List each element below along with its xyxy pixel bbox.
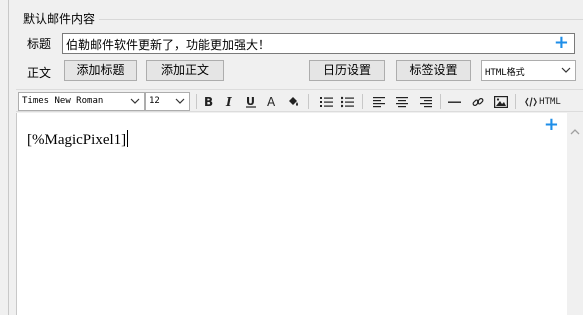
body-label: 正文 xyxy=(27,66,52,80)
chevron-down-icon xyxy=(130,98,140,104)
left-panel-edge xyxy=(0,0,9,315)
image-icon[interactable] xyxy=(492,92,510,111)
unordered-list-icon[interactable] xyxy=(339,92,355,111)
font-size-select[interactable]: 12 xyxy=(145,92,190,111)
editor-content[interactable]: [%MagicPixel1] xyxy=(27,130,129,149)
text-caret xyxy=(127,130,129,147)
link-icon[interactable] xyxy=(470,92,486,111)
html-source-button[interactable]: HTML xyxy=(520,92,566,111)
editor-area[interactable]: [%MagicPixel1] + xyxy=(16,113,567,315)
highlight-icon[interactable] xyxy=(284,92,302,111)
font-family-select[interactable]: Times New Roman xyxy=(18,92,145,111)
horizontal-rule-icon[interactable] xyxy=(446,92,462,111)
toolbar-separator xyxy=(362,94,363,109)
tag-settings-button[interactable]: 标签设置 xyxy=(396,60,471,81)
format-select[interactable]: HTML格式 xyxy=(481,60,576,81)
editor-toolbar: Times New Roman 12 B I U A HTML xyxy=(16,89,583,112)
subject-plus-icon[interactable]: + xyxy=(554,32,569,53)
group-title: 默认邮件内容 xyxy=(23,10,100,27)
subject-input[interactable]: 伯勒邮件软件更新了，功能更加强大！ + xyxy=(62,32,575,54)
toolbar-separator xyxy=(196,94,197,109)
svg-text:A: A xyxy=(267,95,276,108)
ordered-list-icon[interactable] xyxy=(318,92,334,111)
align-right-icon[interactable] xyxy=(418,92,434,111)
toolbar-separator xyxy=(515,94,516,109)
align-center-icon[interactable] xyxy=(394,92,410,111)
align-left-icon[interactable] xyxy=(371,92,387,111)
bold-icon[interactable]: B xyxy=(201,92,217,111)
scroll-up-icon[interactable] xyxy=(570,127,580,137)
calendar-settings-button[interactable]: 日历设置 xyxy=(309,60,385,81)
chevron-down-icon xyxy=(561,67,571,73)
svg-text:B: B xyxy=(204,95,213,108)
subject-value: 伯勒邮件软件更新了，功能更加强大！ xyxy=(66,38,271,52)
underline-icon[interactable]: U xyxy=(243,92,259,111)
toolbar-separator xyxy=(440,94,441,109)
html-source-label: HTML xyxy=(539,96,561,107)
font-size-value: 12 xyxy=(149,96,160,106)
add-title-button[interactable]: 添加标题 xyxy=(64,60,137,81)
chevron-down-icon xyxy=(175,98,185,104)
format-select-value: HTML格式 xyxy=(485,68,525,78)
editor-scrollbar[interactable] xyxy=(567,113,583,315)
html-source-icon xyxy=(525,96,538,107)
toolbar-separator xyxy=(308,94,309,109)
font-color-icon[interactable]: A xyxy=(264,92,280,111)
group-divider xyxy=(96,19,583,20)
add-body-button[interactable]: 添加正文 xyxy=(146,60,224,81)
subject-label: 标题 xyxy=(27,37,52,51)
italic-icon[interactable]: I xyxy=(222,92,238,111)
svg-text:U: U xyxy=(246,95,255,108)
editor-plus-icon[interactable]: + xyxy=(544,114,559,135)
font-family-value: Times New Roman xyxy=(22,96,104,106)
svg-text:I: I xyxy=(225,95,232,108)
